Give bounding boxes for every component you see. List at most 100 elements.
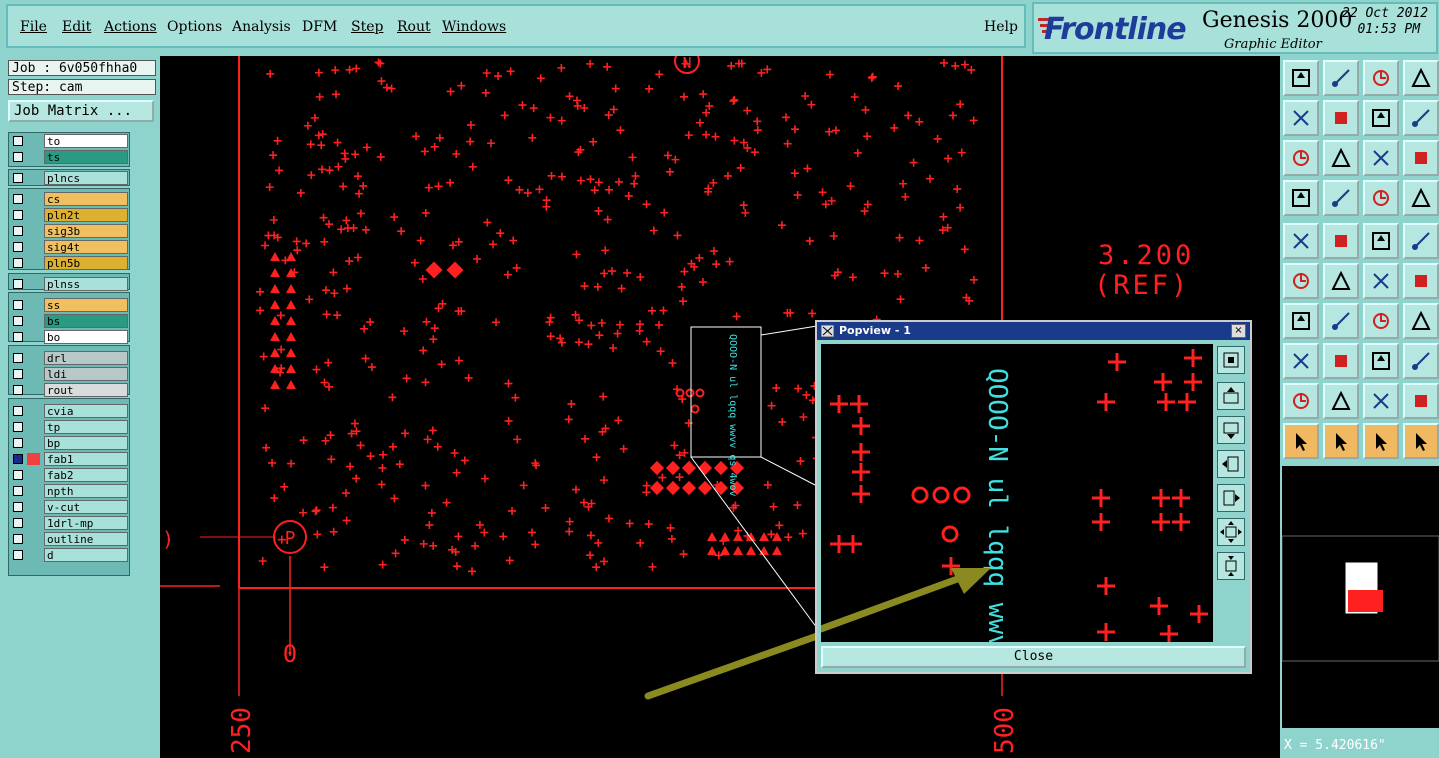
- layer-checkbox[interactable]: [13, 518, 23, 528]
- popview-window[interactable]: Popview - 1 × QOOO-N ul lqqq wwvv qs 4wo…: [815, 320, 1252, 758]
- line-draw-icon[interactable]: [1363, 263, 1399, 299]
- select-step-icon[interactable]: [1403, 423, 1439, 459]
- layer-checkbox[interactable]: [13, 486, 23, 496]
- layer-label[interactable]: cvia: [44, 404, 128, 418]
- pad-icon[interactable]: [1403, 223, 1439, 259]
- layer-checkbox[interactable]: [13, 550, 23, 560]
- layer-checkbox[interactable]: [13, 332, 23, 342]
- layer-checkbox[interactable]: [13, 242, 23, 252]
- layer-label[interactable]: plnss: [44, 277, 128, 291]
- layer-label[interactable]: pln5b: [44, 256, 128, 270]
- layer-row-bs[interactable]: bs: [8, 314, 130, 329]
- layer-row-npth[interactable]: npth: [8, 484, 130, 499]
- menu-rout[interactable]: Rout: [397, 19, 431, 35]
- layer-checkbox[interactable]: [13, 194, 23, 204]
- job-matrix-button[interactable]: Job Matrix ...: [8, 100, 154, 122]
- menu-dfm[interactable]: DFM: [302, 19, 337, 35]
- layer-row-fab1[interactable]: fab1: [8, 452, 130, 467]
- mirror-icon[interactable]: [1403, 303, 1439, 339]
- menu-actions[interactable]: Actions: [104, 19, 157, 35]
- ruler-icon[interactable]: [1363, 223, 1399, 259]
- close-button[interactable]: Close: [821, 646, 1246, 668]
- pan-right-icon[interactable]: [1323, 100, 1359, 136]
- layer-row-pln5b[interactable]: pln5b: [8, 256, 130, 271]
- layer-label[interactable]: pln2t: [44, 208, 128, 222]
- layer-label[interactable]: outline: [44, 532, 128, 546]
- connect-icon[interactable]: [1283, 263, 1319, 299]
- layer-label[interactable]: cs: [44, 192, 128, 206]
- layer-label[interactable]: ss: [44, 298, 128, 312]
- window-split-icon[interactable]: [1403, 60, 1439, 96]
- triangle-blue-icon[interactable]: [1323, 383, 1359, 419]
- layer-row-ts[interactable]: ts: [8, 150, 130, 165]
- layer-on-icon[interactable]: [1363, 180, 1399, 216]
- layer-label[interactable]: 1drl-mp: [44, 516, 128, 530]
- menu-help[interactable]: Help: [984, 19, 1018, 35]
- layer-checkbox[interactable]: [13, 534, 23, 544]
- layer-row-rout[interactable]: rout: [8, 383, 130, 398]
- layer-row-to[interactable]: to: [8, 134, 130, 149]
- layer-label[interactable]: sig3b: [44, 224, 128, 238]
- layer-checkbox[interactable]: [13, 438, 23, 448]
- layer-row-sig3b[interactable]: sig3b: [8, 224, 130, 239]
- segment-icon[interactable]: [1323, 343, 1359, 379]
- draw-mode-icon[interactable]: [1323, 223, 1359, 259]
- popview-tool-6[interactable]: [1217, 518, 1245, 546]
- arc-draw-icon[interactable]: [1403, 263, 1439, 299]
- layer-row-1drl-mp[interactable]: 1drl-mp: [8, 516, 130, 531]
- layer-row-v-cut[interactable]: v-cut: [8, 500, 130, 515]
- slope-icon[interactable]: [1323, 303, 1359, 339]
- layer-row-outline[interactable]: outline: [8, 532, 130, 547]
- layer-checkbox[interactable]: [13, 353, 23, 363]
- popview-tool-7[interactable]: [1217, 552, 1245, 580]
- layer-row-tp[interactable]: tp: [8, 420, 130, 435]
- zoom-center-icon[interactable]: [1323, 140, 1359, 176]
- layer-checkbox[interactable]: [13, 454, 23, 464]
- layer-row-fab2[interactable]: fab2: [8, 468, 130, 483]
- layer-checkbox[interactable]: [13, 173, 23, 183]
- popview-tool-3[interactable]: [1217, 416, 1245, 444]
- layer-checkbox[interactable]: [13, 502, 23, 512]
- popview-tool-2[interactable]: [1217, 382, 1245, 410]
- settings-icon[interactable]: [1283, 180, 1319, 216]
- layer-checkbox[interactable]: [13, 210, 23, 220]
- layer-row-cs[interactable]: cs: [8, 192, 130, 207]
- select-pointer-icon[interactable]: [1283, 423, 1319, 459]
- layer-row-cvia[interactable]: cvia: [8, 404, 130, 419]
- layer-label[interactable]: sig4t: [44, 240, 128, 254]
- scale-1-2-icon[interactable]: [1363, 140, 1399, 176]
- layer-label[interactable]: npth: [44, 484, 128, 498]
- popview-viewport[interactable]: QOOO-N ul lqqq wwvv qs 4wov: [817, 344, 1213, 758]
- zoom-fit-icon[interactable]: [1283, 140, 1319, 176]
- layer-checkbox[interactable]: [13, 279, 23, 289]
- layer-checkbox[interactable]: [13, 406, 23, 416]
- menu-edit[interactable]: Edit: [62, 19, 91, 35]
- angle-icon[interactable]: [1283, 303, 1319, 339]
- undo-icon[interactable]: [1363, 100, 1399, 136]
- measure-icon[interactable]: [1283, 223, 1319, 259]
- popview-tool-1[interactable]: [1217, 346, 1245, 374]
- layer-row-ldi[interactable]: ldi: [8, 367, 130, 382]
- layer-label[interactable]: bp: [44, 436, 128, 450]
- layer-checkbox[interactable]: [13, 258, 23, 268]
- select-rotate-icon[interactable]: [1363, 423, 1399, 459]
- cross-icon[interactable]: [1323, 263, 1359, 299]
- layer-checkbox[interactable]: [13, 226, 23, 236]
- layer-checkbox[interactable]: [13, 422, 23, 432]
- layer-checkbox[interactable]: [13, 316, 23, 326]
- menu-file[interactable]: File: [20, 19, 47, 35]
- layer-checkbox[interactable]: [13, 136, 23, 146]
- layer-checkbox[interactable]: [13, 470, 23, 480]
- layer-row-drl[interactable]: drl: [8, 351, 130, 366]
- menu-analysis[interactable]: Analysis: [232, 19, 291, 35]
- rotate-icon[interactable]: [1363, 303, 1399, 339]
- layer-label[interactable]: bs: [44, 314, 128, 328]
- layer-row-d[interactable]: d: [8, 548, 130, 563]
- select-box-icon[interactable]: [1323, 423, 1359, 459]
- triangle-red-icon[interactable]: [1283, 383, 1319, 419]
- layer-row-sig4t[interactable]: sig4t: [8, 240, 130, 255]
- layer-row-plnss[interactable]: plnss: [8, 277, 130, 292]
- snap-icon[interactable]: [1323, 180, 1359, 216]
- layer-checkbox[interactable]: [13, 385, 23, 395]
- layer-label[interactable]: tp: [44, 420, 128, 434]
